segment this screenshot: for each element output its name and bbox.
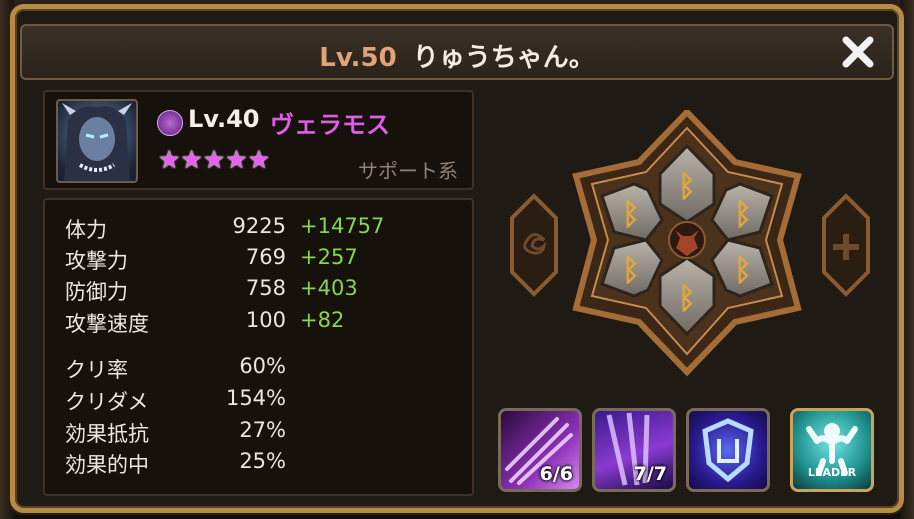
skill-level: 7/7 [633, 463, 667, 485]
skill-level: 6/6 [539, 463, 573, 485]
stat-bonus: +403 [300, 276, 358, 300]
rune-b-icon: ᛒ [622, 197, 640, 232]
stat-row: 効果抵抗 27% [45, 418, 472, 448]
stat-label: クリダメ [65, 390, 149, 414]
leader-label: LEADER [807, 466, 857, 479]
stat-value: 60% [239, 354, 286, 378]
rune-set-right-icon[interactable] [822, 193, 870, 297]
monster-portrait[interactable] [56, 99, 138, 183]
stat-row: クリダメ 154% [45, 386, 472, 416]
stat-value: 25% [239, 449, 286, 473]
stat-row: 効果的中 25% [45, 449, 472, 479]
stat-label: 攻撃速度 [65, 312, 149, 336]
rune-b-icon: ᛒ [678, 281, 696, 316]
blue-shield-skill-icon [702, 418, 754, 483]
monster-level: Lv.40 [188, 105, 260, 133]
stats-panel: 体力 9225 +14757 攻撃力 769 +257 防御力 758 +403… [43, 198, 474, 496]
stat-label: 体力 [65, 218, 107, 242]
monster-card: Lv.40 ヴェラモス ★ ★ ★ ★ ★ サポート系 [43, 90, 474, 190]
stat-row: 体力 9225 +14757 [45, 214, 472, 244]
star-icon: ★ [202, 145, 226, 174]
skill-2-button[interactable]: 7/7 [592, 408, 676, 492]
stat-value: 154% [225, 386, 286, 410]
stat-label: 防御力 [65, 280, 128, 304]
stat-row: クリ率 60% [45, 354, 472, 384]
stat-row: 攻撃力 769 +257 [45, 245, 472, 275]
star-rating: ★ ★ ★ ★ ★ [158, 147, 270, 172]
dark-element-icon [157, 110, 183, 136]
close-icon[interactable] [838, 32, 878, 72]
stat-label: 効果的中 [65, 453, 149, 477]
skill-1-button[interactable]: 6/6 [498, 408, 582, 492]
stat-bonus: +257 [300, 245, 358, 269]
player-name: りゅうちゃん。 [412, 43, 595, 73]
star-icon: ★ [158, 145, 181, 174]
rune-b-icon: ᛒ [622, 253, 640, 288]
rune-b-icon: ᛒ [734, 253, 752, 288]
stat-bonus: +82 [300, 308, 345, 332]
demon-face-icon [668, 221, 706, 259]
stat-value: 769 [245, 245, 286, 269]
stat-row: 攻撃速度 100 +82 [45, 308, 472, 338]
rune-b-icon: ᛒ [734, 197, 752, 232]
star-icon: ★ [225, 145, 248, 174]
star-icon: ★ [180, 145, 203, 174]
stat-value: 100 [245, 308, 286, 332]
header-title: Lv.50 りゅうちゃん。 [22, 37, 892, 74]
monster-name: ヴェラモス [270, 111, 390, 139]
window-header: Lv.50 りゅうちゃん。 [20, 24, 894, 80]
leader-skill-button[interactable]: LEADER [790, 408, 874, 492]
star-icon: ★ [247, 145, 271, 174]
monster-role: サポート系 [358, 159, 458, 183]
rune-b-icon: ᛒ [678, 169, 696, 204]
stat-value: 27% [239, 418, 286, 442]
player-level: Lv.50 [319, 43, 397, 73]
rune-set-left-icon[interactable] [510, 193, 558, 297]
stat-value: 9225 [232, 214, 286, 238]
stat-label: 攻撃力 [65, 249, 128, 273]
skill-3-button[interactable] [686, 408, 770, 492]
stat-row: 防御力 758 +403 [45, 276, 472, 306]
stat-value: 758 [245, 276, 286, 300]
stat-bonus: +14757 [300, 214, 385, 238]
stat-label: 効果抵抗 [65, 422, 149, 446]
stat-label: クリ率 [65, 358, 128, 382]
monster-portrait-art [62, 103, 132, 181]
rune-board: ᛒ ᛒ ᛒ ᛒ ᛒ ᛒ [510, 110, 870, 377]
